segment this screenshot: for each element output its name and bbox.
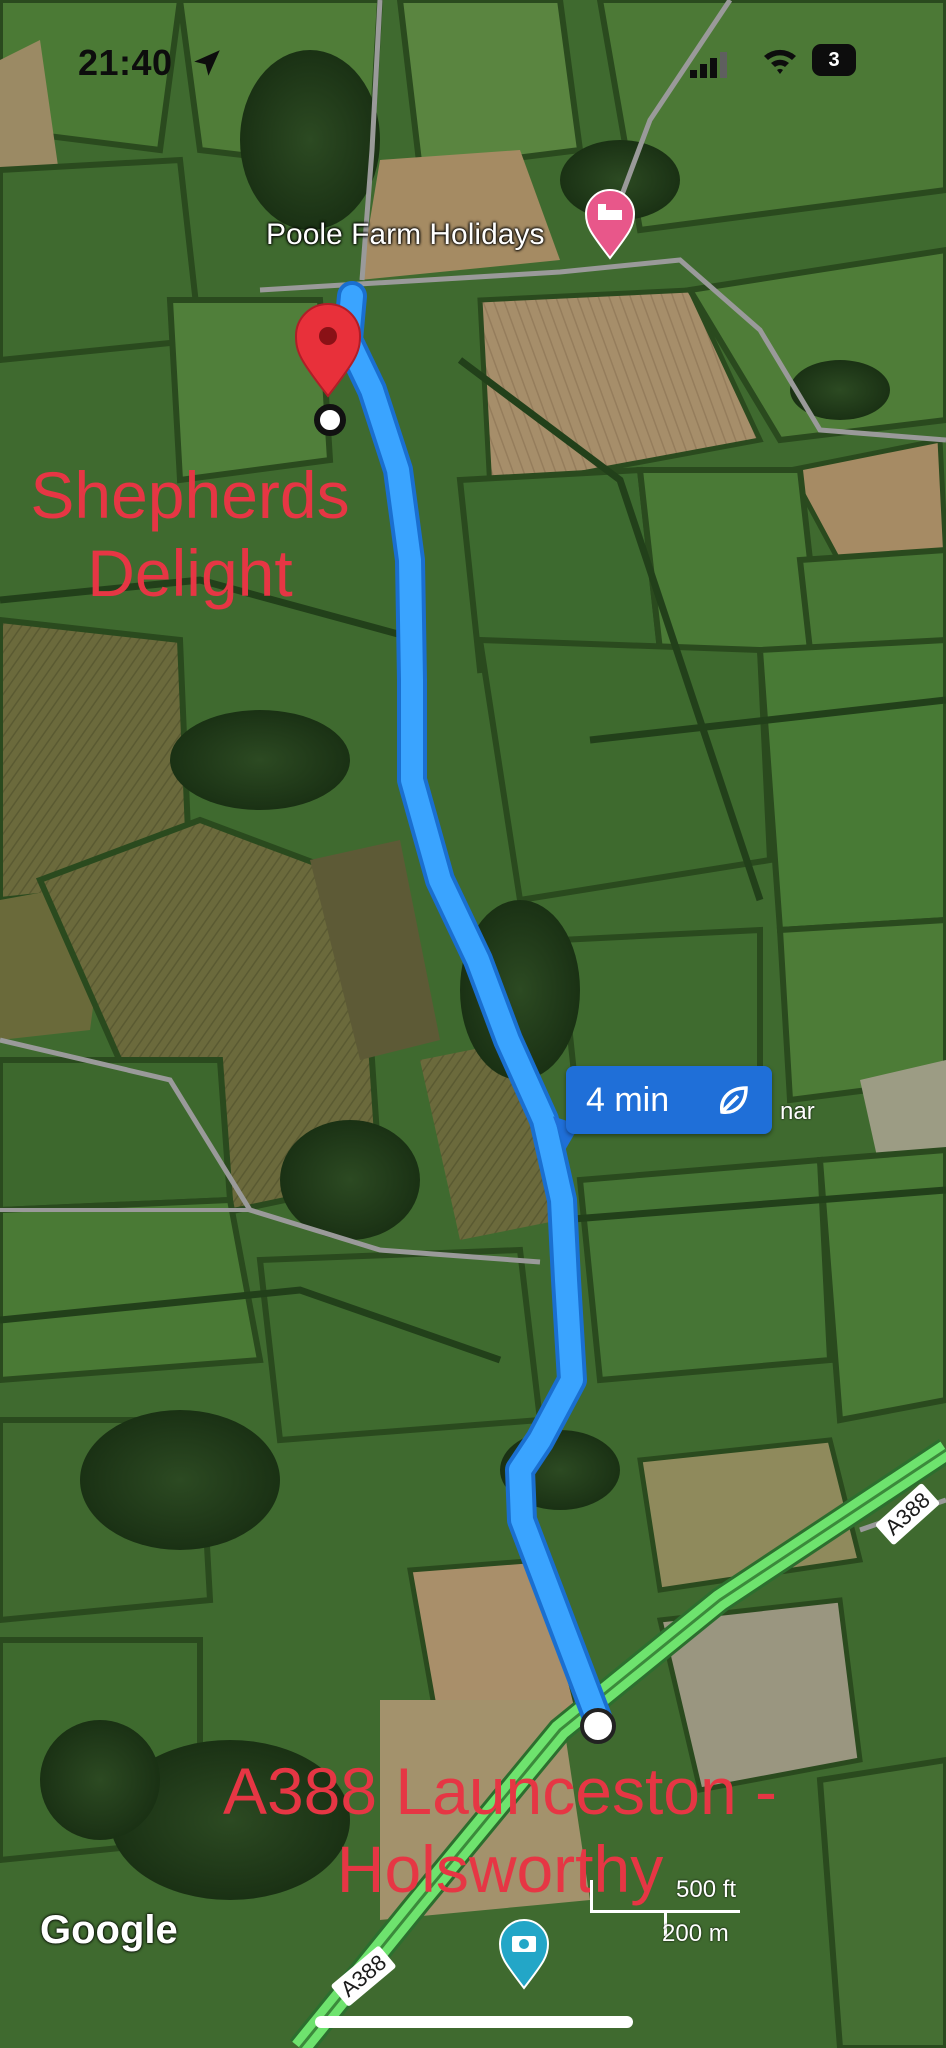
poi-label-poole-farm-holidays[interactable]: Poole Farm Holidays bbox=[266, 218, 544, 252]
destination-annotation: Shepherds Delight bbox=[0, 456, 380, 612]
satellite-map[interactable] bbox=[0, 0, 946, 2048]
origin-annotation-line-1: A388 Launceston - bbox=[222, 1754, 778, 1828]
scale-tick bbox=[590, 1880, 593, 1913]
wifi-icon bbox=[764, 49, 796, 74]
scale-meters-label: 200 m bbox=[662, 1920, 729, 1947]
map-scale: 500 ft 200 m bbox=[590, 1870, 760, 1960]
cellular-signal-icon bbox=[690, 52, 727, 78]
route-eta-callout[interactable]: 4 min bbox=[566, 1066, 772, 1134]
leaf-icon bbox=[720, 1086, 748, 1114]
route-eta-text: 4 min bbox=[586, 1081, 670, 1119]
location-arrow-icon bbox=[194, 50, 220, 76]
status-bar: 21:40 3 bbox=[0, 0, 946, 120]
destination-annotation-line-2: Delight bbox=[87, 536, 293, 610]
origin-marker-icon[interactable] bbox=[580, 1708, 616, 1744]
status-time: 21:40 bbox=[78, 42, 173, 83]
google-attribution[interactable]: Google bbox=[40, 1908, 178, 1953]
home-indicator[interactable] bbox=[315, 2016, 633, 2028]
battery-icon: 3 bbox=[812, 44, 856, 76]
map-screen: 21:40 3 Poole Farm Holidays Shepherds De… bbox=[0, 0, 946, 2048]
place-label-partial: nar bbox=[780, 1098, 815, 1125]
destination-annotation-line-1: Shepherds bbox=[30, 458, 350, 532]
scale-feet-label: 500 ft bbox=[676, 1876, 737, 1903]
